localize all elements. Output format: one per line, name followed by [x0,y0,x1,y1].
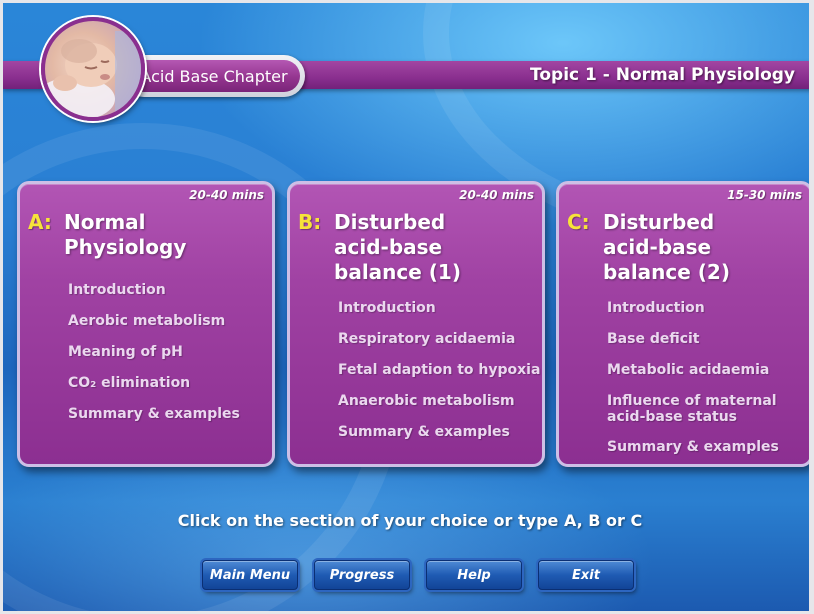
main-menu-button[interactable]: Main Menu [202,560,298,590]
section-title-line: Disturbed [603,210,715,234]
help-button[interactable]: Help [426,560,522,590]
section-title-line: balance (1) [334,260,461,284]
section-title-line: acid-base [603,235,712,259]
topic-item[interactable]: Respiratory acidaemia [338,331,536,362]
section-title-line: acid-base [334,235,443,259]
section-title-line: Physiology [64,235,187,259]
section-topic-list: Introduction Aerobic metabolism Meaning … [68,282,266,437]
section-title-line: Disturbed [334,210,446,234]
topic-item[interactable]: Introduction [338,300,536,331]
topic-item[interactable]: Aerobic metabolism [68,313,266,344]
baby-photo-icon [41,17,145,121]
topic-item[interactable]: Summary & examples [338,424,536,455]
chapter-badge: Acid Base Chapter [123,55,305,97]
section-title: Normal Physiology [64,210,264,260]
progress-button[interactable]: Progress [314,560,410,590]
duration-label: 20-40 mins [189,188,264,202]
topic-item[interactable]: Fetal adaption to hypoxia [338,362,540,393]
topic-item[interactable]: Metabolic acidaemia [607,362,804,393]
topic-title: Topic 1 - Normal Physiology [530,65,795,85]
section-card-b[interactable]: 20-40 mins B: Disturbed acid-base balanc… [287,181,545,467]
section-letter: C: [567,210,590,234]
section-title-line: balance (2) [603,260,730,284]
topic-item[interactable]: Introduction [607,300,804,331]
section-topic-list: Introduction Base deficit Metabolic acid… [607,300,804,470]
duration-label: 15-30 mins [727,188,802,202]
section-title: Disturbed acid-base balance (2) [603,210,802,285]
duration-label: 20-40 mins [459,188,534,202]
topic-item[interactable]: Introduction [68,282,266,313]
section-title-line: Normal [64,210,146,234]
topic-item[interactable]: Influence of maternal acid-base status [607,393,804,439]
section-title: Disturbed acid-base balance (1) [334,210,534,285]
topic-item[interactable]: Summary & examples [68,406,266,437]
topic-item[interactable]: Summary & examples [607,439,804,470]
topic-item[interactable]: Meaning of pH [68,344,266,375]
section-letter: B: [298,210,322,234]
topic-item[interactable]: Anaerobic metabolism [338,393,536,424]
section-card-a[interactable]: 20-40 mins A: Normal Physiology Introduc… [17,181,275,467]
section-topic-list: Introduction Respiratory acidaemia Fetal… [338,300,540,455]
instruction-text: Click on the section of your choice or t… [177,511,643,530]
baby-illustration [45,31,141,117]
exit-button[interactable]: Exit [538,560,634,590]
app-screen: Topic 1 - Normal Physiology Acid Base Ch… [0,0,814,614]
chapter-label: Acid Base Chapter [128,60,300,92]
section-letter: A: [28,210,52,234]
section-card-c[interactable]: 15-30 mins C: Disturbed acid-base balanc… [556,181,809,470]
topic-item[interactable]: Base deficit [607,331,804,362]
topic-item[interactable]: CO₂ elimination [68,375,266,406]
